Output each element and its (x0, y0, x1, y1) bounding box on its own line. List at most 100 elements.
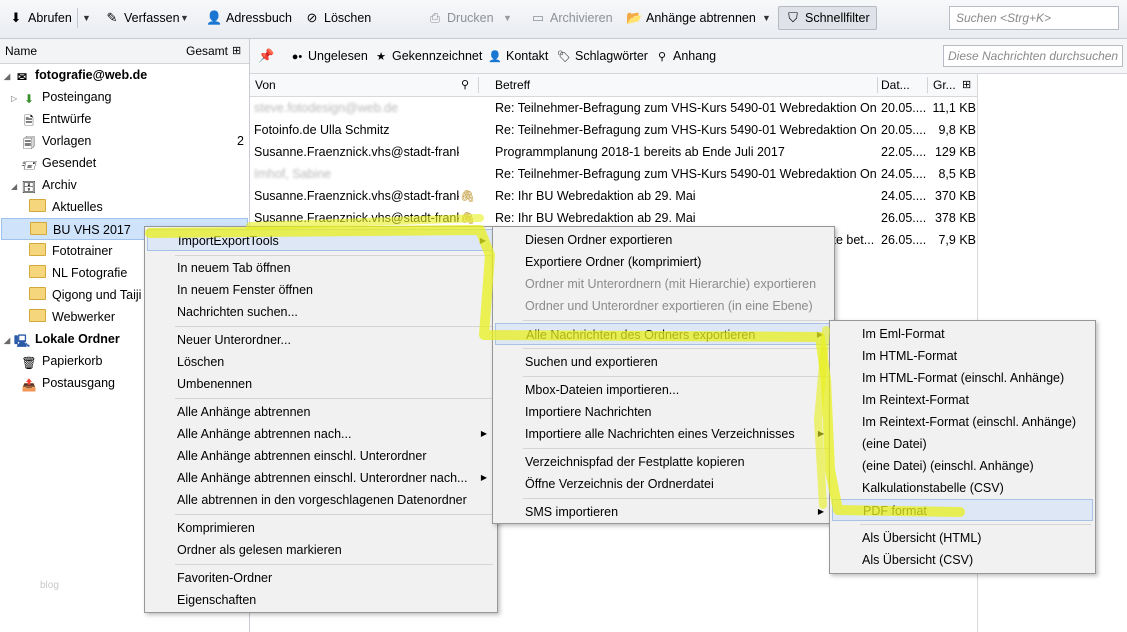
folder-drafts[interactable]: 🗎 Entwürfe (21, 108, 248, 130)
menu-item-export-flat[interactable]: Ordner und Unterordner exportieren (in e… (495, 295, 832, 317)
menu-item-import-sms[interactable]: SMS importieren ▶ (495, 501, 832, 523)
message-search-input[interactable]: Diese Nachrichten durchsuchen < (943, 45, 1123, 67)
menu-item-single-file-attachments[interactable]: (eine Datei) (einschl. Anhänge) (832, 455, 1093, 477)
column-divider (478, 77, 479, 93)
table-row[interactable]: Susanne.Fraenznick.vhs@stadt-frank... Pr… (250, 141, 977, 163)
filter-attachment-button[interactable]: ⚲ Anhang (655, 47, 716, 65)
archive-button[interactable]: ▭ Archivieren (530, 7, 613, 29)
folder-label: Papierkorb (42, 354, 103, 368)
menu-item-plaintext-attachments[interactable]: Im Reintext-Format (einschl. Anhänge) (832, 411, 1093, 433)
folder-archive[interactable]: ◢ 🗄 Archiv (11, 174, 248, 196)
menu-item-open-directory[interactable]: Öffne Verzeichnis der Ordnerdatei (495, 473, 832, 495)
trash-icon: 🗑 (21, 356, 37, 370)
menu-item-detach-suggested[interactable]: Alle abtrennen in den vorgeschlagenen Da… (147, 489, 495, 511)
menu-item-detach-all-to[interactable]: Alle Anhänge abtrennen nach... ▶ (147, 423, 495, 445)
menu-item-new-subfolder[interactable]: Neuer Unterordner... (147, 329, 495, 351)
message-date: 24.05.... (881, 189, 926, 203)
menu-item-label: Ordner als gelesen markieren (177, 543, 342, 557)
export-format-submenu: Im Eml-Format Im HTML-Format Im HTML-For… (829, 320, 1096, 574)
submenu-arrow-icon: ▶ (480, 429, 487, 438)
column-from-header[interactable]: Von (255, 74, 276, 96)
menu-item-import-messages[interactable]: Importiere Nachrichten (495, 401, 832, 423)
detach-label: Anhänge abtrennen (646, 11, 756, 25)
menu-item-eml[interactable]: Im Eml-Format (832, 323, 1093, 345)
table-row[interactable]: Fotoinfo.de Ulla Schmitz Re: Teilnehmer-… (250, 119, 977, 141)
menu-item-detach-all[interactable]: Alle Anhänge abtrennen (147, 401, 495, 423)
menu-item-html-attachments[interactable]: Im HTML-Format (einschl. Anhänge) (832, 367, 1093, 389)
column-picker-icon[interactable]: ⊞ (962, 74, 971, 96)
menu-item-pdf[interactable]: PDF format (832, 499, 1093, 521)
menu-item-csv[interactable]: Kalkulationstabelle (CSV) (832, 477, 1093, 499)
address-book-button[interactable]: 👤 Adressbuch (206, 7, 292, 29)
column-date-header[interactable]: Dat... (881, 74, 910, 96)
menu-item-label: ImportExportTools (178, 234, 279, 248)
delete-button[interactable]: ⊘ Löschen (304, 7, 372, 29)
menu-item-search-messages[interactable]: Nachrichten suchen... (147, 301, 495, 323)
menu-item-detach-all-subfolders-to[interactable]: Alle Anhänge abtrennen einschl. Unterord… (147, 467, 495, 489)
detach-dropdown-icon[interactable]: ▼ (762, 7, 771, 29)
menu-item-open-new-window[interactable]: In neuem Fenster öffnen (147, 279, 495, 301)
column-name-header[interactable]: Name (5, 39, 37, 63)
menu-item-importexporttools[interactable]: ImportExportTools ▶ (147, 229, 495, 251)
table-row[interactable]: Imhof, Sabine Re: Teilnehmer-Befragung z… (250, 163, 977, 185)
menu-item-search-export[interactable]: Suchen und exportieren (495, 351, 832, 373)
menu-item-compact[interactable]: Komprimieren (147, 517, 495, 539)
get-messages-button[interactable]: ⬇ Abrufen (8, 7, 72, 29)
filter-tags-button[interactable]: 🏷 Schlagwörter (557, 47, 648, 65)
menu-item-open-new-tab[interactable]: In neuem Tab öffnen (147, 257, 495, 279)
menu-item-overview-csv[interactable]: Als Übersicht (CSV) (832, 549, 1093, 571)
quick-filter-button[interactable]: ⛉ Schnellfilter (778, 6, 877, 30)
detach-attachments-button[interactable]: 📂 Anhänge abtrennen (626, 7, 756, 29)
folder-templates[interactable]: 🗐 Vorlagen 2 (21, 130, 248, 152)
menu-item-delete[interactable]: Löschen (147, 351, 495, 373)
menu-item-label: Ordner und Unterordner exportieren (in e… (525, 299, 813, 313)
write-dropdown-icon[interactable]: ▼ (180, 7, 189, 29)
print-dropdown-icon[interactable]: ▼ (503, 7, 512, 29)
filter-starred-button[interactable]: ★ Gekennzeichnet (374, 47, 482, 65)
filter-unread-button[interactable]: ●• Ungelesen (290, 47, 368, 65)
menu-item-html[interactable]: Im HTML-Format (832, 345, 1093, 367)
menu-item-label: Alle Anhänge abtrennen einschl. Unterord… (177, 449, 427, 463)
menu-item-properties[interactable]: Eigenschaften (147, 589, 495, 611)
column-total-header[interactable]: Gesamt (186, 39, 228, 63)
global-search-input[interactable]: Suchen <Strg+K> (949, 6, 1119, 30)
column-size-header[interactable]: Gr... (933, 74, 956, 96)
print-button[interactable]: ⎙ Drucken (427, 7, 494, 29)
menu-item-import-mbox[interactable]: Mbox-Dateien importieren... (495, 379, 832, 401)
menu-item-label: Verzeichnispfad der Festplatte kopieren (525, 455, 745, 469)
inbox-icon: ⬇ (23, 92, 35, 106)
menu-item-overview-html[interactable]: Als Übersicht (HTML) (832, 527, 1093, 549)
filter-contact-button[interactable]: 👤 Kontakt (488, 47, 548, 65)
folder-label: Entwürfe (42, 112, 92, 126)
menu-item-export-hierarchy[interactable]: Ordner mit Unterordnern (mit Hierarchie)… (495, 273, 832, 295)
table-row[interactable]: Susanne.Fraenznick.vhs@stadt-frank... 🖇 … (250, 185, 977, 207)
column-picker-icon[interactable]: ⊞ (232, 39, 241, 63)
table-row[interactable]: steve.fotodesign@web.de Re: Teilnehmer-B… (250, 97, 977, 119)
menu-separator (175, 255, 493, 256)
local-folders-label: Lokale Ordner (35, 332, 120, 346)
menu-item-mark-read[interactable]: Ordner als gelesen markieren (147, 539, 495, 561)
menu-item-single-file[interactable]: (eine Datei) (832, 433, 1093, 455)
folder-inbox[interactable]: ▷ ⬇ Posteingang (11, 86, 248, 108)
folder-sent[interactable]: 🖅 Gesendet (21, 152, 248, 174)
pin-icon[interactable]: 📌 (258, 47, 274, 65)
menu-item-favorite[interactable]: Favoriten-Ordner (147, 567, 495, 589)
menu-item-plaintext[interactable]: Im Reintext-Format (832, 389, 1093, 411)
attachment-column-icon[interactable]: ⚲ (461, 74, 469, 96)
menu-item-import-directory[interactable]: Importiere alle Nachrichten eines Verzei… (495, 423, 832, 445)
menu-item-export-compressed[interactable]: Exportiere Ordner (komprimiert) (495, 251, 832, 273)
write-button[interactable]: ✎ Verfassen (104, 7, 180, 29)
menu-item-export-all-messages[interactable]: Alle Nachrichten des Ordners exportieren… (495, 323, 832, 345)
folder-aktuelles[interactable]: Aktuelles (29, 196, 248, 218)
menu-item-detach-all-subfolders[interactable]: Alle Anhänge abtrennen einschl. Unterord… (147, 445, 495, 467)
menu-item-rename[interactable]: Umbenennen (147, 373, 495, 395)
column-subject-header[interactable]: Betreff (495, 74, 530, 96)
get-messages-dropdown-icon[interactable]: ▼ (82, 7, 91, 29)
menu-item-label: Neuer Unterordner... (177, 333, 291, 347)
menu-item-copy-path[interactable]: Verzeichnispfad der Festplatte kopieren (495, 451, 832, 473)
account-row[interactable]: ◢ ✉ fotografie@web.de (4, 64, 248, 86)
menu-item-label: Importiere Nachrichten (525, 405, 652, 419)
filter-contact-label: Kontakt (506, 49, 549, 63)
menu-item-export-folder[interactable]: Diesen Ordner exportieren (495, 229, 832, 251)
submenu-arrow-icon: ▶ (817, 507, 824, 516)
